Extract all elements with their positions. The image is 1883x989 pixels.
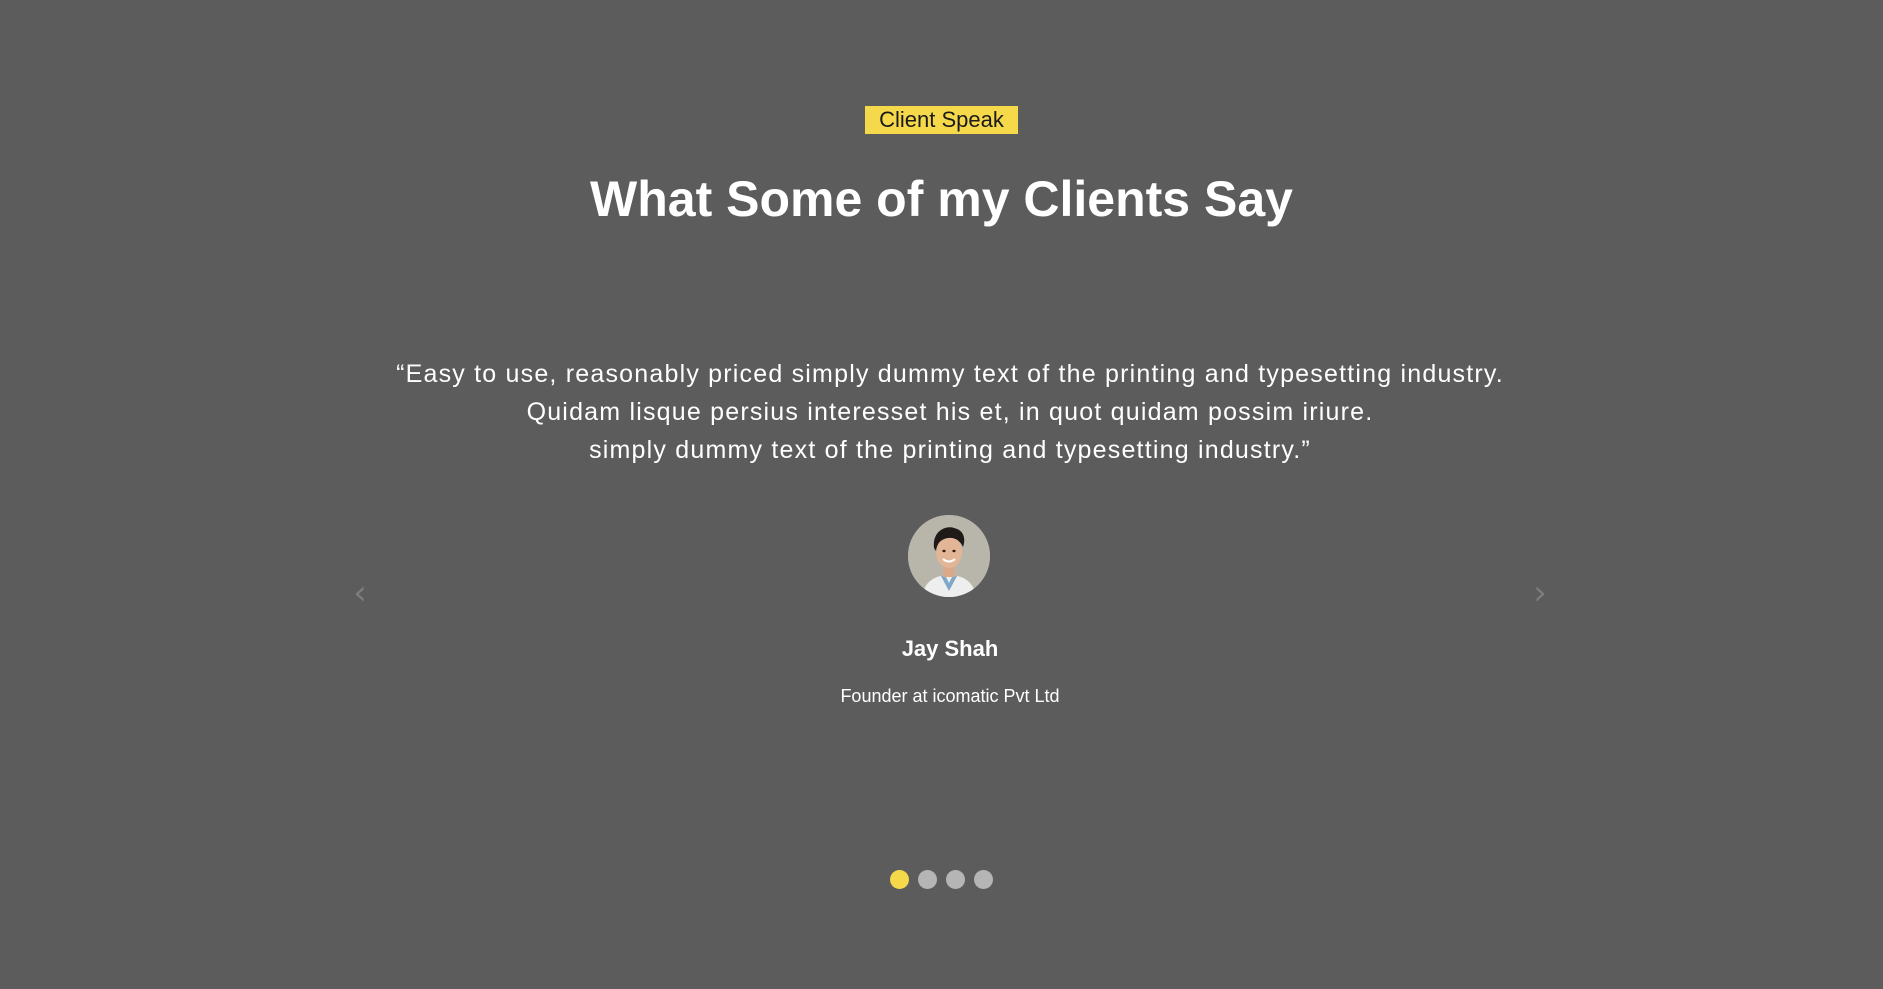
quote-line: Quidam lisque persius interesset his et,… (526, 398, 1374, 426)
carousel-prev-button[interactable]: ‹ (345, 573, 375, 613)
pagination-dot-1[interactable] (890, 870, 909, 889)
section-tag-wrapper: Client Speak (0, 106, 1883, 134)
client-avatar (908, 515, 990, 597)
carousel-next-button[interactable]: › (1525, 573, 1555, 613)
testimonial-quote: “Easy to use, reasonably priced simply d… (350, 355, 1550, 469)
chevron-right-icon: › (1533, 573, 1547, 613)
pagination-dot-4[interactable] (974, 870, 993, 889)
testimonials-section: Client Speak What Some of my Clients Say… (0, 0, 1883, 989)
testimonial-carousel: “Easy to use, reasonably priced simply d… (350, 355, 1550, 755)
client-name: Jay Shah (901, 636, 999, 661)
quote-line: simply dummy text of the printing and ty… (589, 436, 1311, 464)
chevron-left-icon: ‹ (353, 573, 367, 613)
quote-line: “Easy to use, reasonably priced simply d… (396, 360, 1504, 388)
client-photo-icon (908, 515, 990, 597)
client-role: Founder at icomatic Pvt Ltd (840, 686, 1060, 706)
section-tag: Client Speak (865, 106, 1018, 134)
pagination-dot-2[interactable] (918, 870, 937, 889)
pagination-dot-3[interactable] (946, 870, 965, 889)
carousel-pagination (0, 870, 1883, 889)
section-title: What Some of my Clients Say (590, 171, 1293, 227)
